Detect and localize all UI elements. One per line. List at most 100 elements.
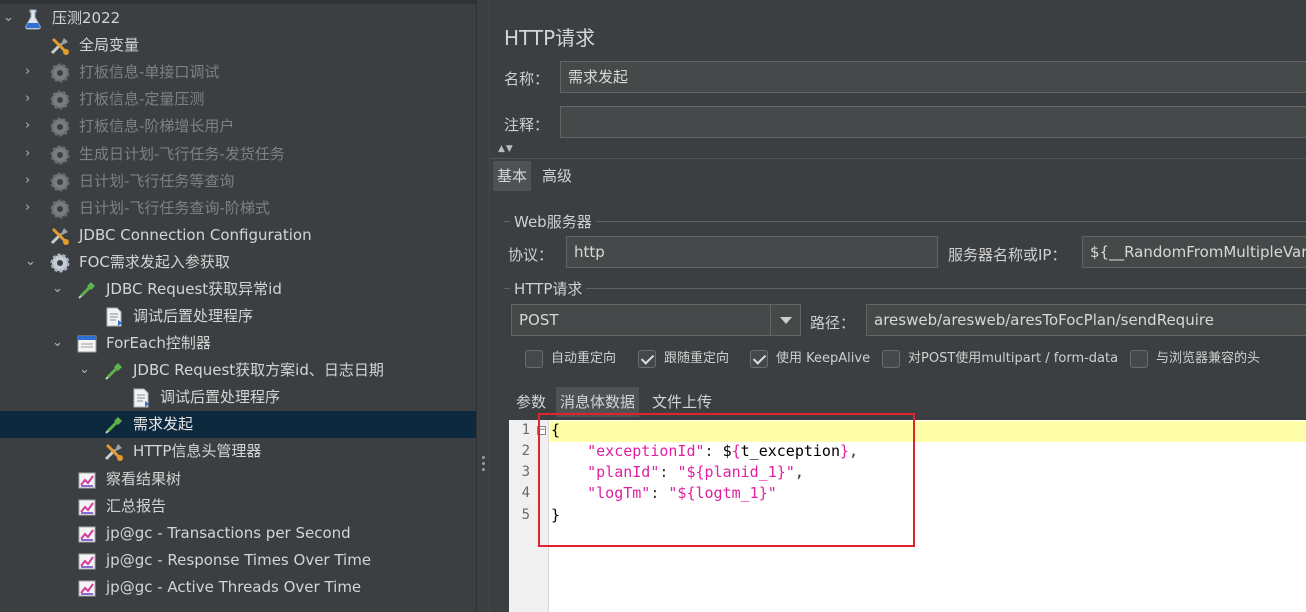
- web-server-section-title: Web服务器: [510, 211, 596, 232]
- checkbox-box[interactable]: [525, 350, 543, 368]
- chevron-right-icon[interactable]: ›: [25, 92, 37, 106]
- tree-item-jdbc-request[interactable]: ⌄ JDBC Request获取异常id: [0, 276, 478, 303]
- tree-item-thread-group[interactable]: › 打板信息-单接口调试: [0, 59, 478, 86]
- chevron-right-icon[interactable]: ›: [25, 201, 37, 215]
- chevron-down-icon[interactable]: ⌄: [79, 363, 91, 377]
- tree-item-label: JDBC Connection Configuration: [79, 226, 312, 244]
- tree-item-http-request[interactable]: 需求发起: [0, 411, 478, 438]
- http-request-section-title: HTTP请求: [510, 278, 587, 299]
- tree-item-label: jp@gc - Active Threads Over Time: [106, 578, 362, 596]
- tab-advanced[interactable]: 高级: [538, 161, 576, 191]
- tree-item-label: 生成日计划-飞行任务-发货任务: [79, 145, 285, 163]
- line-number: 2: [521, 443, 530, 459]
- chevron-down-icon[interactable]: ⌄: [3, 11, 15, 25]
- tree-item-label: 打板信息-阶梯增长用户: [79, 117, 235, 135]
- tree-item-label: ForEach控制器: [106, 334, 211, 352]
- tab-basic[interactable]: 基本: [493, 161, 532, 191]
- name-field[interactable]: 需求发起: [560, 61, 1306, 93]
- path-field[interactable]: aresweb/aresweb/aresToFocPlan/sendRequir…: [866, 304, 1306, 336]
- protocol-label: 协议：: [508, 246, 554, 264]
- chevron-down-icon[interactable]: [770, 305, 800, 335]
- line-number: 4: [521, 485, 530, 501]
- tools-icon: [49, 35, 71, 57]
- line-number: 3: [521, 464, 530, 480]
- tree-item-label: 打板信息-单接口调试: [79, 63, 220, 81]
- graph-icon: [76, 550, 98, 572]
- tree-item-header-manager[interactable]: HTTP信息头管理器: [0, 438, 478, 465]
- tree-item-debug-postprocessor[interactable]: 调试后置处理程序: [0, 303, 478, 330]
- tree-item-label: 需求发起: [133, 415, 194, 433]
- chevron-down-icon[interactable]: ⌄: [52, 282, 64, 296]
- gear-icon: [49, 89, 71, 111]
- chevron-down-icon[interactable]: ⌄: [52, 336, 64, 350]
- section-border: [504, 288, 1306, 289]
- chevron-right-icon[interactable]: ›: [25, 174, 37, 188]
- checkbox-label: 自动重定向: [551, 351, 617, 366]
- graph-icon: [76, 496, 98, 518]
- collapse-toggle-icon[interactable]: ▲▼: [498, 144, 514, 154]
- line-number: 5: [521, 507, 530, 523]
- tree-item-listener[interactable]: 察看结果树: [0, 466, 478, 493]
- test-plan-tree: ⌄ 压测2022 全局变量 › 打板信息-单接口调试 › 打板信息-定量压测 ›: [0, 0, 478, 612]
- gear-icon: [49, 198, 71, 220]
- split-pane-divider[interactable]: [476, 0, 491, 612]
- path-label: 路径：: [810, 314, 856, 332]
- tree-item-test-plan[interactable]: ⌄ 压测2022: [0, 5, 478, 32]
- tree-item-thread-group[interactable]: › 打板信息-阶梯增长用户: [0, 113, 478, 140]
- tree-item-label: 察看结果树: [106, 470, 182, 488]
- tree-item-listener[interactable]: jp@gc - Response Times Over Time: [0, 547, 478, 574]
- tree-item-thread-group[interactable]: › 打板信息-定量压测: [0, 86, 478, 113]
- tree-item-foreach-controller[interactable]: ⌄ ForEach控制器: [0, 330, 478, 357]
- checkbox-keepalive[interactable]: 使用 KeepAlive: [750, 350, 900, 370]
- tree-item-listener[interactable]: jp@gc - Transactions per Second: [0, 520, 478, 547]
- tree-item-label: 全局变量: [79, 36, 140, 54]
- checkbox-box[interactable]: [638, 350, 656, 368]
- flask-icon: [22, 8, 44, 30]
- comment-field[interactable]: [560, 106, 1306, 138]
- checkbox-box[interactable]: [882, 350, 900, 368]
- method-select[interactable]: POST: [511, 304, 801, 336]
- drag-handle-icon[interactable]: [482, 456, 486, 474]
- tree-item-thread-group[interactable]: › 日计划-飞行任务查询-阶梯式: [0, 195, 478, 222]
- tree-item-debug-postprocessor[interactable]: 调试后置处理程序: [0, 384, 478, 411]
- checkbox-label: 与浏览器兼容的头: [1156, 351, 1261, 366]
- tree-item-label: 日计划-飞行任务查询-阶梯式: [79, 199, 270, 217]
- tree-item-foc-thread-group[interactable]: ⌄ FOC需求发起入参获取: [0, 249, 478, 276]
- graph-icon: [76, 523, 98, 545]
- pipette-icon: [103, 414, 125, 436]
- jmeter-window: ⌄ 压测2022 全局变量 › 打板信息-单接口调试 › 打板信息-定量压测 ›: [0, 0, 1306, 612]
- tabs-divider: [490, 158, 1306, 159]
- tree-item-global-variables[interactable]: 全局变量: [0, 32, 478, 59]
- tree-item-jdbc-config[interactable]: JDBC Connection Configuration: [0, 222, 478, 249]
- gear-icon: [49, 252, 71, 274]
- foreach-icon: [76, 333, 98, 355]
- name-label: 名称：: [504, 70, 550, 88]
- section-border: [504, 221, 1306, 222]
- tree-item-thread-group[interactable]: › 生成日计划-飞行任务-发货任务: [0, 141, 478, 168]
- comment-label: 注释：: [504, 116, 550, 134]
- tree-item-label: 日计划-飞行任务等查询: [79, 172, 235, 190]
- checkbox-multipart[interactable]: 对POST使用multipart / form-data: [882, 350, 1132, 370]
- gear-icon: [49, 62, 71, 84]
- method-value: POST: [519, 311, 559, 329]
- chevron-down-icon[interactable]: ⌄: [25, 255, 37, 269]
- tree-item-listener[interactable]: jp@gc - Active Threads Over Time: [0, 574, 478, 601]
- server-label: 服务器名称或IP：: [948, 246, 1067, 264]
- checkbox-box[interactable]: [1130, 350, 1148, 368]
- tree-item-jdbc-request[interactable]: ⌄ JDBC Request获取方案id、日志日期: [0, 357, 478, 384]
- graph-icon: [76, 577, 98, 599]
- pipette-icon: [103, 360, 125, 382]
- server-field[interactable]: ${__RandomFromMultipleVars(: [1082, 236, 1306, 268]
- chevron-right-icon[interactable]: ›: [25, 119, 37, 133]
- protocol-field[interactable]: http: [566, 236, 938, 268]
- tree-item-listener[interactable]: 汇总报告: [0, 493, 478, 520]
- pipette-icon: [76, 279, 98, 301]
- tree-item-label: HTTP信息头管理器: [133, 442, 262, 460]
- tree-item-thread-group[interactable]: › 日计划-飞行任务等查询: [0, 168, 478, 195]
- checkbox-browser-compatible[interactable]: 与浏览器兼容的头: [1130, 350, 1300, 370]
- checkbox-box[interactable]: [750, 350, 768, 368]
- chevron-right-icon[interactable]: ›: [25, 147, 37, 161]
- chevron-right-icon[interactable]: ›: [25, 65, 37, 79]
- tree-item-label: JDBC Request获取方案id、日志日期: [133, 361, 384, 379]
- gear-icon: [49, 116, 71, 138]
